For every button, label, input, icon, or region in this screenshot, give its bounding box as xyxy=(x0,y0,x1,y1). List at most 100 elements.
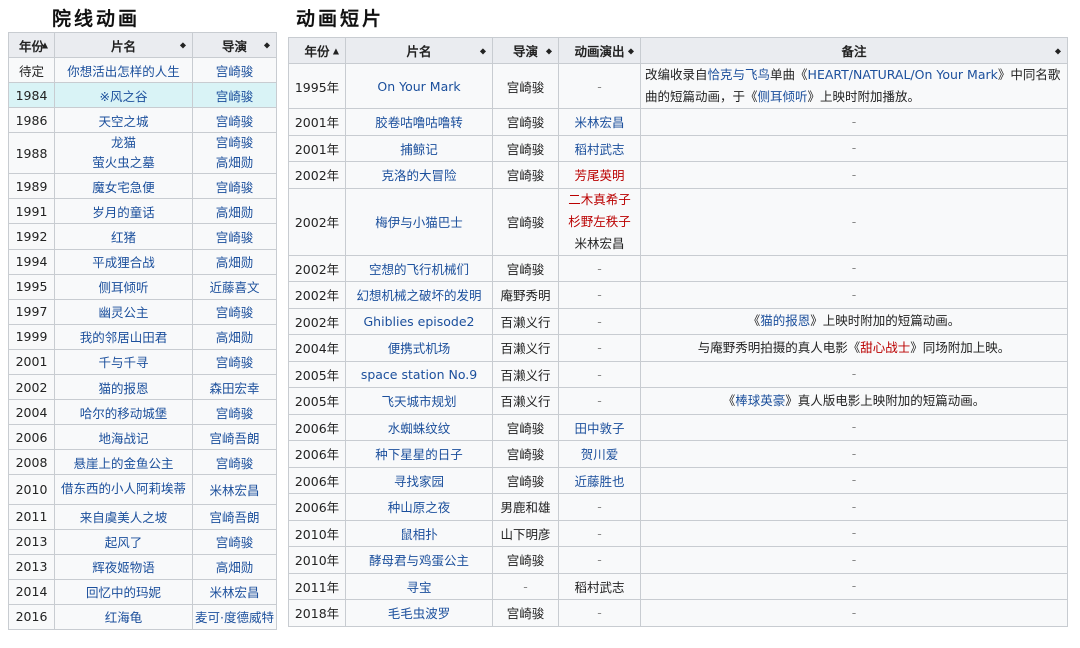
col-header-title[interactable]: 片名 ◆ xyxy=(345,37,493,64)
film-title-link[interactable]: 来自虞美人之坡 xyxy=(80,510,168,525)
film-title-link[interactable]: 哈尔的移动城堡 xyxy=(80,406,168,421)
note-link[interactable]: 猫的报恩 xyxy=(760,313,810,328)
director-link[interactable]: 宫崎吾朗 xyxy=(209,510,259,525)
director-link[interactable]: 高畑勋 xyxy=(216,560,254,575)
col-header-year[interactable]: 年份 ▲ xyxy=(288,37,346,64)
film-title-link[interactable]: 你想活出怎样的人生 xyxy=(67,64,180,79)
animator-link[interactable]: 田中敦子 xyxy=(574,421,624,436)
director-link[interactable]: 宫崎骏 xyxy=(216,456,254,471)
animator-link[interactable]: 芳尾英明 xyxy=(574,168,624,183)
director-link[interactable]: 宫崎吾朗 xyxy=(209,431,259,446)
note-link[interactable]: 棒球英豪 xyxy=(735,393,785,408)
film-title-link[interactable]: 借东西的小人阿莉埃蒂 xyxy=(61,481,186,496)
col-header-year[interactable]: 年份 ▲ xyxy=(8,32,55,58)
film-title-link[interactable]: 猫的报恩 xyxy=(98,381,148,396)
director-link[interactable]: 高畑勋 xyxy=(216,205,254,220)
note-link[interactable]: 恰克与飞鸟 xyxy=(708,67,771,82)
film-title-link[interactable]: 空想的飞行机械们 xyxy=(369,262,469,277)
film-title-link[interactable]: 我的邻居山田君 xyxy=(80,330,168,345)
film-title-link[interactable]: 种下星星的日子 xyxy=(375,447,463,462)
film-title-link[interactable]: 便携式机场 xyxy=(388,341,451,356)
director-link[interactable]: 宫崎骏 xyxy=(216,135,254,150)
director-link[interactable]: 宫崎骏 xyxy=(216,180,254,195)
col-header-director[interactable]: 导演 ◆ xyxy=(192,32,277,58)
director-link[interactable]: 宫崎骏 xyxy=(216,535,254,550)
film-title-link[interactable]: 酵母君与鸡蛋公主 xyxy=(369,553,469,568)
director-link[interactable]: 宫崎骏 xyxy=(216,89,254,104)
sort-toggle-icon[interactable]: ◆ xyxy=(480,46,486,55)
animator-link[interactable]: 二木真希子 xyxy=(568,192,631,207)
note-link[interactable]: 侧耳倾听 xyxy=(758,89,808,104)
animator-link[interactable]: 近藤胜也 xyxy=(574,474,624,489)
film-title-link[interactable]: 辉夜姬物语 xyxy=(92,560,155,575)
film-title-link[interactable]: 幽灵公主 xyxy=(98,305,148,320)
film-title-link[interactable]: 回忆中的玛妮 xyxy=(86,585,161,600)
film-title-link[interactable]: 悬崖上的金鱼公主 xyxy=(73,456,173,471)
sort-toggle-icon[interactable]: ◆ xyxy=(546,46,552,55)
director-link[interactable]: 宫崎骏 xyxy=(216,114,254,129)
col-header-notes[interactable]: 备注 ◆ xyxy=(640,37,1068,64)
director-link[interactable]: 米林宏昌 xyxy=(209,585,259,600)
film-title-link[interactable]: 千与千寻 xyxy=(98,355,148,370)
animator-link[interactable]: 稻村武志 xyxy=(574,580,624,595)
animation-cell: 芳尾英明 xyxy=(558,161,641,189)
director-link[interactable]: 宫崎骏 xyxy=(216,64,254,79)
animator-link[interactable]: 米林宏昌 xyxy=(574,236,624,251)
director-link[interactable]: 近藤喜文 xyxy=(209,280,259,295)
film-title-link[interactable]: 侧耳倾听 xyxy=(98,280,148,295)
film-title-link[interactable]: 飞天城市规划 xyxy=(381,394,456,409)
director-link[interactable]: 米林宏昌 xyxy=(209,483,259,498)
film-title-link[interactable]: 胶卷咕噜咕噜转 xyxy=(375,115,463,130)
film-title-link[interactable]: 寻宝 xyxy=(406,580,431,595)
film-title-link[interactable]: 地海战记 xyxy=(98,431,148,446)
sort-toggle-icon[interactable]: ◆ xyxy=(628,46,634,55)
film-title-link[interactable]: 萤火虫之墓 xyxy=(92,155,155,170)
film-title-link[interactable]: On Your Mark xyxy=(377,79,460,94)
director-link[interactable]: 麦可·度德威特 xyxy=(195,610,274,625)
col-header-animation[interactable]: 动画演出 ◆ xyxy=(558,37,641,64)
film-title-link[interactable]: 鼠相扑 xyxy=(400,527,438,542)
film-title-link[interactable]: 起风了 xyxy=(105,535,143,550)
sort-toggle-icon[interactable]: ◆ xyxy=(264,41,270,50)
film-title-link[interactable]: 水蜘蛛纹纹 xyxy=(388,421,451,436)
film-title-link[interactable]: 幻想机械之破坏的发明 xyxy=(356,288,481,303)
animator-link[interactable]: 杉野左秩子 xyxy=(568,214,631,229)
film-title-link[interactable]: space station No.9 xyxy=(361,367,477,382)
director-link[interactable]: 宫崎骏 xyxy=(216,355,254,370)
film-title-link[interactable]: 龙猫 xyxy=(111,135,136,150)
col-header-director[interactable]: 导演 ◆ xyxy=(492,37,559,64)
film-title-link[interactable]: 寻找家园 xyxy=(394,474,444,489)
film-title-link[interactable]: 捕鲸记 xyxy=(400,142,438,157)
sort-ascending-icon[interactable]: ▲ xyxy=(333,46,339,55)
film-title-link[interactable]: 红海龟 xyxy=(105,610,143,625)
director-link[interactable]: 宫崎骏 xyxy=(216,230,254,245)
animator-link[interactable]: 贺川爱 xyxy=(581,447,619,462)
animator-link[interactable]: 稻村武志 xyxy=(574,142,624,157)
film-title-link[interactable]: 岁月的童话 xyxy=(92,205,155,220)
note-link[interactable]: HEART/NATURAL/On Your Mark xyxy=(808,67,998,82)
col-header-title[interactable]: 片名 ◆ xyxy=(54,32,193,58)
director-link[interactable]: 森田宏幸 xyxy=(209,381,259,396)
film-title-link[interactable]: 梅伊与小猫巴士 xyxy=(375,215,463,230)
film-title-link[interactable]: 红猪 xyxy=(111,230,136,245)
film-title-link[interactable]: 天空之城 xyxy=(98,114,148,129)
director-link[interactable]: 高畑勋 xyxy=(216,255,254,270)
film-title-link[interactable]: 毛毛虫波罗 xyxy=(388,606,451,621)
director-link[interactable]: 宫崎骏 xyxy=(216,406,254,421)
sort-ascending-icon[interactable]: ▲ xyxy=(42,41,48,50)
director-cell: 宫崎骏 xyxy=(192,449,277,476)
film-title-link[interactable]: 平成狸合战 xyxy=(92,255,155,270)
film-title-link[interactable]: 克洛的大冒险 xyxy=(381,168,456,183)
director-link[interactable]: 高畑勋 xyxy=(216,155,254,170)
sort-toggle-icon[interactable]: ◆ xyxy=(1055,46,1061,55)
note-link[interactable]: 甜心战士 xyxy=(860,340,910,355)
film-title-link[interactable]: 种山原之夜 xyxy=(388,500,451,515)
animator-link[interactable]: 米林宏昌 xyxy=(574,115,624,130)
film-title-link[interactable]: 魔女宅急便 xyxy=(92,180,155,195)
director-link[interactable]: 高畑勋 xyxy=(216,330,254,345)
sort-toggle-icon[interactable]: ◆ xyxy=(180,41,186,50)
film-title-link[interactable]: Ghiblies episode2 xyxy=(364,314,475,329)
director-link[interactable]: 宫崎骏 xyxy=(216,305,254,320)
film-title-link[interactable]: ※风之谷 xyxy=(100,89,148,104)
animation-cell: - xyxy=(558,281,641,309)
